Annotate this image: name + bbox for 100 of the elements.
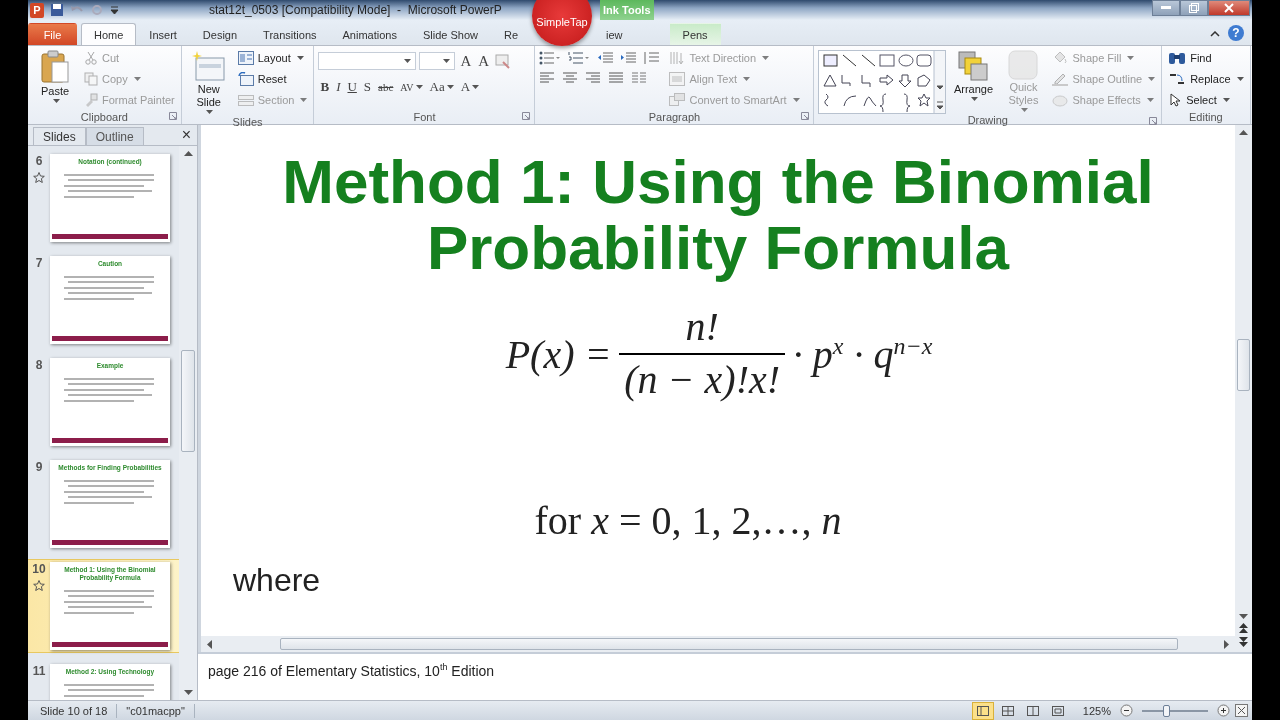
shapes-gallery-drawing[interactable]	[818, 50, 947, 114]
view-icon	[1001, 705, 1014, 716]
collapse-ribbon-icon[interactable]	[1210, 31, 1220, 37]
ribbon-tab[interactable]: Transitions	[250, 23, 330, 45]
app-logo-icon: P	[30, 2, 44, 18]
dialog-launcher-icon[interactable]	[168, 112, 177, 120]
restore-button[interactable]	[1180, 0, 1208, 16]
clipboard-icon	[40, 50, 70, 84]
format-button[interactable]: I	[334, 77, 343, 97]
format-button[interactable]: abc	[376, 77, 396, 97]
ribbon-tab[interactable]: Animations	[329, 23, 410, 45]
close-pane-button[interactable]: ×	[181, 127, 191, 143]
customize-toolbar-icon[interactable]	[110, 5, 119, 15]
ribbon-large-button[interactable]: New Slide	[185, 48, 232, 116]
pen-icon	[1052, 71, 1069, 86]
scrollbar[interactable]	[1235, 125, 1252, 652]
format-button[interactable]: AV	[398, 77, 425, 97]
ribbon-button[interactable]: Layout	[235, 48, 310, 67]
ribbon-tab[interactable]: Pens	[669, 23, 721, 45]
group-label: Font	[413, 110, 436, 123]
minimize-button[interactable]	[1152, 0, 1180, 16]
dialog-launcher-icon[interactable]	[1149, 117, 1158, 125]
previous-slide-icon[interactable]	[1239, 623, 1248, 633]
slide-number: 7	[35, 256, 43, 270]
notes-text: page 216 of Elementary Statistics, 10$^{th}$ Edition	[208, 662, 496, 679]
font-size-field[interactable]	[419, 52, 456, 70]
format-button[interactable]: B	[318, 77, 332, 97]
format-button[interactable]: Aa	[427, 77, 456, 97]
scroll-up-icon[interactable]	[1239, 130, 1248, 135]
scrollbar[interactable]	[179, 146, 197, 700]
ribbon-tab[interactable]: Design	[189, 23, 251, 45]
scroll-down-icon[interactable]	[183, 690, 193, 695]
scroll-thumb[interactable]	[1237, 339, 1250, 391]
pane-tab[interactable]: Outline	[85, 127, 144, 145]
ribbon-tab[interactable]: iew	[593, 23, 636, 45]
save-icon[interactable]	[50, 3, 64, 17]
dialog-launcher-icon[interactable]	[801, 112, 810, 120]
ribbon-tab[interactable]: Slide Show	[409, 23, 491, 45]
zoom-in-icon[interactable]	[1217, 704, 1230, 717]
ribbon-button[interactable]: Replace	[1166, 69, 1246, 88]
ribbon-large-button[interactable]: Paste	[32, 48, 78, 105]
scroll-thumb[interactable]	[181, 350, 195, 452]
view-icon	[976, 705, 989, 716]
scroll-left-icon[interactable]	[207, 639, 212, 649]
format-button[interactable]: A	[458, 77, 482, 97]
ribbon-button[interactable]: Find	[1166, 48, 1246, 67]
scroll-thumb[interactable]	[280, 638, 1178, 650]
scroll-down-icon[interactable]	[1239, 614, 1248, 619]
paint-bucket-icon	[1052, 50, 1069, 65]
format-button[interactable]: U	[345, 77, 359, 97]
close-button[interactable]	[1208, 0, 1250, 16]
close-icon	[1224, 3, 1234, 13]
font-size-button[interactable]: A	[476, 51, 492, 71]
group-label: Drawing	[967, 114, 1008, 126]
line-spacing-icon[interactable]	[643, 51, 660, 65]
decrease-indent-icon[interactable]	[597, 51, 614, 65]
scrollbar[interactable]	[201, 636, 1235, 652]
format-button[interactable]: S	[361, 77, 374, 97]
view-button[interactable]	[972, 702, 993, 719]
align-right-icon[interactable]	[585, 71, 602, 85]
zoom-level[interactable]: 125%	[1082, 704, 1111, 717]
bullets-icon[interactable]	[539, 51, 562, 65]
formula-text: (n − x)!x!	[624, 356, 781, 404]
smartart-icon	[669, 92, 686, 107]
redo-icon[interactable]	[90, 3, 104, 17]
zoom-slider-thumb[interactable]	[1162, 704, 1170, 717]
align-center-icon[interactable]	[562, 71, 579, 85]
reset-icon	[237, 71, 254, 86]
pane-tab[interactable]: Slides	[33, 127, 86, 145]
dialog-launcher-icon[interactable]	[522, 112, 531, 120]
scroll-up-icon[interactable]	[183, 151, 193, 156]
zoom-out-icon[interactable]	[1120, 704, 1133, 717]
columns-icon[interactable]	[631, 71, 648, 85]
slide-number: 9	[35, 460, 43, 474]
cursor-icon	[1168, 92, 1183, 107]
next-slide-icon[interactable]	[1239, 637, 1248, 647]
fit-to-window-icon[interactable]	[1235, 704, 1248, 717]
ribbon-tab[interactable]: File	[28, 23, 77, 45]
formula-text: for x = 0, 1, 2,…, n	[533, 497, 843, 544]
increase-indent-icon[interactable]	[620, 51, 637, 65]
ribbon-tab[interactable]: Home	[81, 23, 137, 45]
ribbon-button[interactable]: Reset	[235, 69, 310, 88]
help-button[interactable]: ?	[1228, 25, 1244, 41]
ribbon-tab[interactable]: Insert	[136, 23, 190, 45]
minimize-icon	[1161, 6, 1171, 10]
scroll-right-icon[interactable]	[1224, 639, 1229, 649]
slide-number: 6	[35, 154, 43, 168]
ribbon-tab[interactable]: Re	[490, 23, 532, 45]
section-icon	[237, 92, 254, 107]
ribbon-large-button[interactable]: Arrange	[950, 48, 997, 103]
caret-icon	[404, 59, 412, 63]
font-size-button[interactable]: A	[458, 51, 474, 71]
numbering-icon[interactable]	[568, 51, 591, 65]
align-left-icon[interactable]	[539, 71, 556, 85]
ribbon-button[interactable]: Select	[1166, 90, 1246, 109]
group-label: Clipboard	[80, 110, 128, 123]
justify-icon[interactable]	[608, 71, 625, 85]
replace-icon	[1168, 71, 1187, 86]
font-name-field[interactable]	[318, 52, 417, 70]
binoculars-icon	[1168, 50, 1187, 65]
